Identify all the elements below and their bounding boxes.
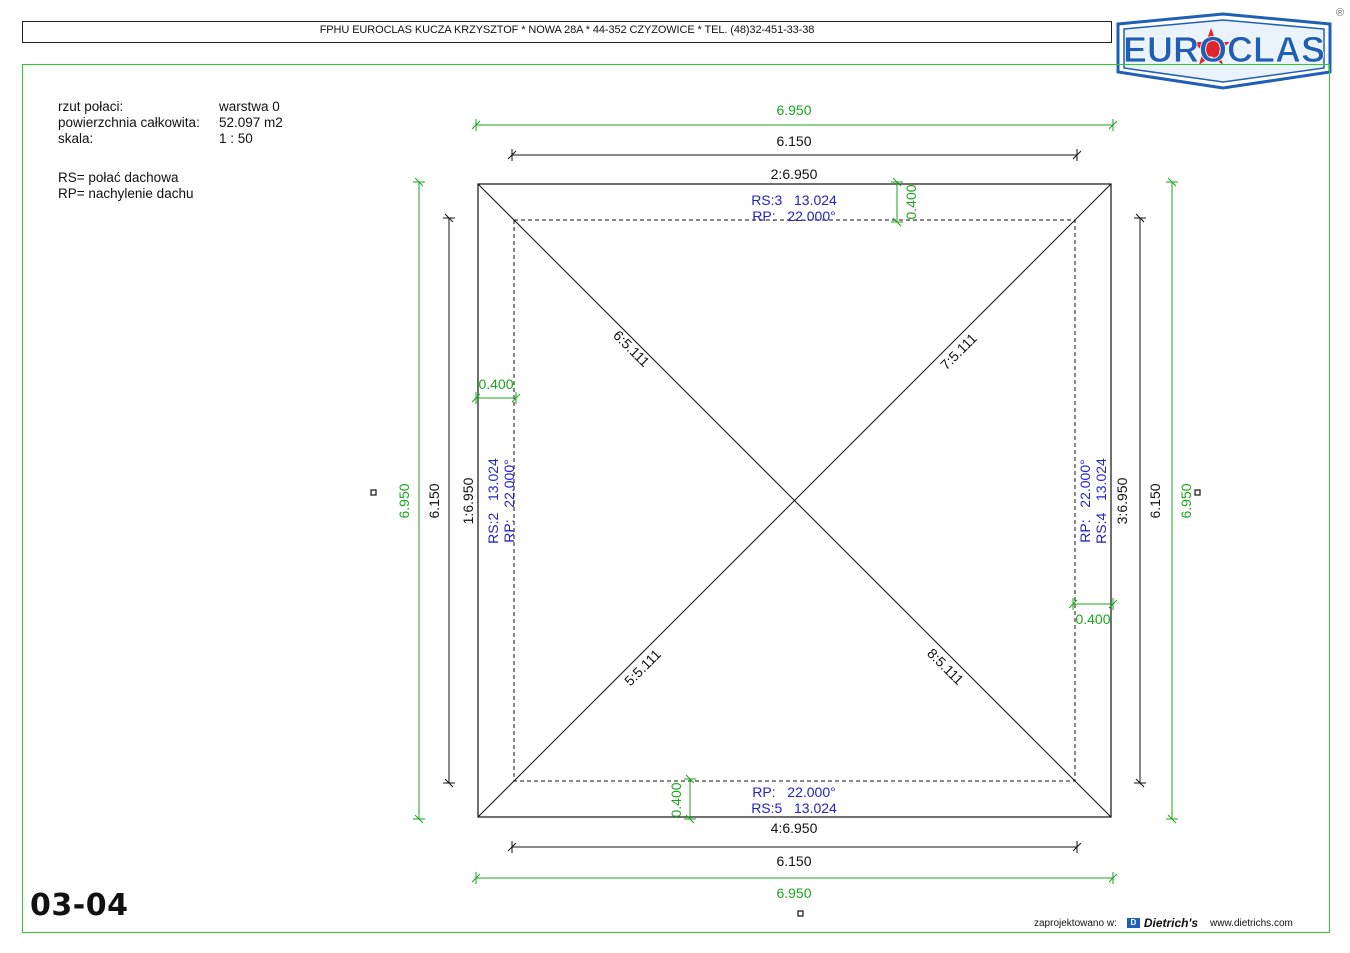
roof-plan-drawing: 6.950 6.150 2:6.950 4:6.950 6.150 6.950 … [370,102,1201,917]
sheet-number: 03-04 [30,888,129,923]
dim-label-overall-left: 6.950 [396,483,412,518]
edge-label-top: 2:6.950 [771,166,818,182]
dim-label-inner-bottom: 6.150 [776,853,811,869]
overhang-label-right: 0.400 [1075,611,1110,627]
plane-right-rs: RS:4 13.024 [1093,458,1109,544]
overhang-label-bottom: 0.400 [668,782,684,817]
edge-label-right: 3:6.950 [1114,477,1130,524]
edge-label-bottom: 4:6.950 [771,820,818,836]
overhang-label-left: 0.400 [478,376,513,392]
plane-bottom-rs: RS:5 13.024 [751,800,837,816]
footer-website: www.dietrichs.com [1210,917,1293,929]
overhang-label-top: 0.400 [903,184,919,219]
dim-label-overall-right: 6.950 [1178,483,1194,518]
edge-label-left: 1:6.950 [460,477,476,524]
plane-bottom-rp: RP: 22.000° [752,784,835,800]
dim-label-overall-bottom: 6.950 [776,885,811,901]
marker-square-right [1194,489,1201,496]
footer-brand: Dietrich's [1143,916,1199,930]
dim-label-overall-top: 6.950 [776,102,811,118]
marker-square-bottom [797,910,804,917]
dietrichs-logo-icon: D [1126,918,1140,928]
footer-designed-in: zaprojektowano w: [1034,917,1117,929]
plane-right-rp: RP: 22.000° [1077,459,1093,542]
footer-credit: zaprojektowano w: D Dietrich's www.dietr… [1034,916,1293,930]
dim-label-inner-left: 6.150 [426,483,442,518]
plane-top-rs: RS:3 13.024 [751,192,837,208]
dim-label-inner-right: 6.150 [1147,483,1163,518]
marker-square-left [370,489,377,496]
plane-left-rs: RS:2 13.024 [485,458,501,544]
dim-label-inner-top: 6.150 [776,133,811,149]
plane-left-rp: RP: 22.000° [501,459,517,542]
plane-top-rp: RP: 22.000° [752,208,835,224]
hip-label-tl: 6:5.111 [610,327,653,370]
